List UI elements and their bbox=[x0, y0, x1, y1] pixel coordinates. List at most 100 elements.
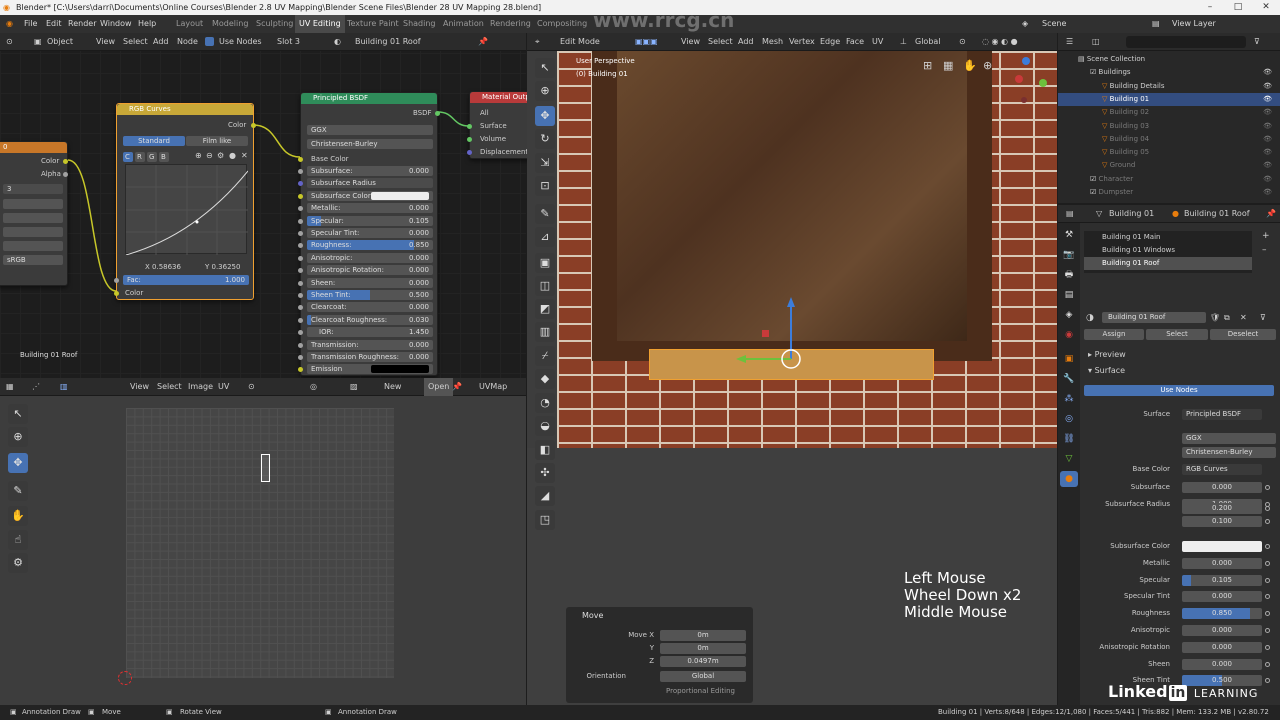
tab-shading[interactable]: Shading bbox=[403, 15, 436, 33]
menu-view[interactable]: View bbox=[130, 378, 149, 396]
bsdf-field[interactable]: Subsurface Color bbox=[307, 190, 433, 201]
socket-surface[interactable] bbox=[467, 124, 472, 129]
bsdf-field[interactable]: IOR: 1.450 bbox=[307, 327, 433, 338]
subsurface-method-dropdown[interactable]: Christensen-Burley bbox=[1182, 447, 1276, 458]
socket-input[interactable] bbox=[298, 193, 303, 199]
menu-render[interactable]: Render bbox=[68, 15, 96, 33]
bsdf-field[interactable]: Clearcoat: 0.000 bbox=[307, 302, 433, 313]
shear-tool[interactable]: ◢ bbox=[535, 486, 555, 506]
proportional-label[interactable]: Proportional Editing bbox=[666, 687, 735, 695]
socket-color[interactable] bbox=[63, 159, 68, 164]
use-nodes-checkbox[interactable] bbox=[205, 37, 214, 46]
poly-build-tool[interactable]: ◆ bbox=[535, 369, 555, 389]
zoom-in-icon[interactable]: ⊕ bbox=[195, 151, 202, 160]
subsurface-method-dropdown[interactable]: Christensen-Burley bbox=[307, 139, 433, 149]
outliner-item[interactable]: ☑ Buildings 👁 bbox=[1058, 66, 1280, 79]
socket-input[interactable] bbox=[298, 280, 303, 286]
edit-mode-dropdown[interactable]: Edit Mode bbox=[560, 33, 600, 51]
2d-cursor-icon[interactable] bbox=[118, 671, 132, 685]
tab-layout[interactable]: Layout bbox=[176, 15, 203, 33]
bevel-tool[interactable]: ◩ bbox=[535, 299, 555, 319]
outliner-item[interactable]: ▽ Ground 👁 bbox=[1058, 159, 1280, 172]
navigation-gizmo[interactable] bbox=[995, 57, 1051, 113]
bsdf-field[interactable]: Clearcoat Roughness: 0.030 bbox=[307, 314, 433, 325]
bsdf-field[interactable]: Subsurface: 0.000 bbox=[307, 166, 433, 176]
select-tool[interactable]: ↖ bbox=[8, 404, 28, 424]
tab-modeling[interactable]: Modeling bbox=[212, 15, 248, 33]
channel-g[interactable]: G bbox=[147, 152, 157, 162]
bsdf-field[interactable]: Metallic: 0.000 bbox=[307, 203, 433, 214]
channel-b[interactable]: B bbox=[159, 152, 169, 162]
unlink-icon[interactable]: ✕ bbox=[1240, 313, 1247, 322]
scene-selector[interactable]: Scene bbox=[1042, 15, 1066, 33]
use-nodes-button[interactable]: Use Nodes bbox=[1084, 385, 1274, 396]
socket-volume[interactable] bbox=[467, 137, 472, 142]
visibility-eye-icon[interactable]: 👁 bbox=[1263, 186, 1272, 199]
duplicate-icon[interactable]: ⧉ bbox=[1224, 313, 1230, 323]
material-name-field[interactable]: Building 01 Roof bbox=[1102, 312, 1206, 323]
bsdf-field[interactable]: Specular Tint: 0.000 bbox=[307, 228, 433, 238]
select-mode-icons[interactable]: ▣▣▣ bbox=[635, 33, 658, 51]
checkbox-icon[interactable]: ▽ bbox=[1102, 135, 1110, 143]
slot-item[interactable]: Building 01 Windows bbox=[1084, 244, 1252, 257]
scene-tab-icon[interactable]: ◈ bbox=[1060, 307, 1078, 323]
menu-add[interactable]: Add bbox=[153, 33, 169, 51]
filter-icon[interactable]: ⊽ bbox=[1254, 33, 1260, 51]
socket-input[interactable] bbox=[298, 355, 303, 360]
color-swatch[interactable] bbox=[371, 191, 429, 200]
particles-tab-icon[interactable]: ⁂ bbox=[1060, 391, 1078, 407]
fake-user-icon[interactable]: 🛡 bbox=[1210, 313, 1220, 322]
bsdf-field[interactable]: Emission bbox=[307, 364, 433, 375]
socket-input[interactable] bbox=[298, 305, 303, 311]
rgb-curves-node[interactable]: RGB Curves Color Standard Film like C R … bbox=[114, 103, 256, 300]
extrude-tool[interactable]: ▣ bbox=[535, 253, 555, 273]
visibility-eye-icon[interactable]: 👁 bbox=[1263, 133, 1272, 146]
surface-shader-field[interactable]: Principled BSDF bbox=[1182, 409, 1262, 420]
bsdf-field[interactable]: Specular: 0.105 bbox=[307, 215, 433, 226]
deselect-button[interactable]: Deselect bbox=[1210, 329, 1276, 340]
transform-tool[interactable]: ⊡ bbox=[535, 176, 555, 196]
menu-node[interactable]: Node bbox=[177, 33, 198, 51]
orientation-dropdown[interactable]: Global bbox=[915, 33, 941, 51]
operator-title[interactable]: Move bbox=[582, 611, 603, 620]
socket-input[interactable] bbox=[298, 293, 303, 298]
socket-bsdf-out[interactable] bbox=[435, 111, 440, 116]
socket-input[interactable] bbox=[298, 268, 303, 274]
tab-rendering[interactable]: Rendering bbox=[490, 15, 531, 33]
property-field[interactable]: 0.100 bbox=[1182, 516, 1262, 527]
object-dropdown[interactable]: Object bbox=[47, 33, 73, 51]
property-field[interactable]: 0.850 bbox=[1182, 608, 1262, 620]
socket-displacement[interactable] bbox=[467, 150, 472, 155]
visibility-eye-icon[interactable]: 👁 bbox=[1263, 93, 1272, 106]
curve-y-value[interactable]: Y 0.36250 bbox=[205, 262, 240, 272]
socket-link-icon[interactable] bbox=[1265, 519, 1270, 524]
cursor-tool[interactable]: ⊕ bbox=[8, 427, 28, 447]
pin-icon[interactable]: 📌 bbox=[1266, 205, 1276, 223]
socket-color-in[interactable] bbox=[114, 291, 119, 296]
material-browse-icon[interactable]: ◑ bbox=[1086, 313, 1094, 323]
snap-icon[interactable]: ⊙ bbox=[959, 33, 966, 51]
close-button[interactable]: ✕ bbox=[1252, 0, 1280, 15]
spin-tool[interactable]: ◔ bbox=[535, 393, 555, 413]
checkbox-icon[interactable]: ☑ bbox=[1090, 68, 1099, 76]
zoom-out-icon[interactable]: ⊖ bbox=[206, 151, 213, 160]
target-dropdown[interactable]: All bbox=[480, 108, 489, 118]
socket-link-icon[interactable] bbox=[1265, 544, 1270, 549]
image-browse-icon[interactable]: ▨ bbox=[350, 378, 358, 396]
principled-bsdf-node[interactable]: Principled BSDF BSDF GGX Christensen-Bur… bbox=[298, 92, 440, 376]
move-tool[interactable]: ✥ bbox=[535, 106, 555, 126]
annotate-tool[interactable]: ✎ bbox=[535, 204, 555, 224]
shading-icons[interactable]: ◌ ◉ ◐ ● bbox=[982, 33, 1018, 51]
menu-view[interactable]: View bbox=[96, 33, 115, 51]
checkbox-icon[interactable]: ▽ bbox=[1102, 161, 1110, 169]
rip-tool[interactable]: ◳ bbox=[535, 510, 555, 530]
socket-input[interactable] bbox=[298, 243, 303, 249]
add-slot-button[interactable]: + bbox=[1262, 231, 1270, 241]
tab-standard[interactable]: Standard bbox=[123, 136, 185, 146]
outliner-item[interactable]: ▤ Scene Collection bbox=[1058, 53, 1280, 66]
menu-file[interactable]: File bbox=[24, 15, 37, 33]
editor-type-icon[interactable]: ⊙ bbox=[6, 33, 13, 51]
socket-link-icon[interactable] bbox=[1265, 485, 1270, 490]
menu-uv[interactable]: UV bbox=[872, 33, 883, 51]
move-y-field[interactable]: 0m bbox=[660, 643, 746, 654]
